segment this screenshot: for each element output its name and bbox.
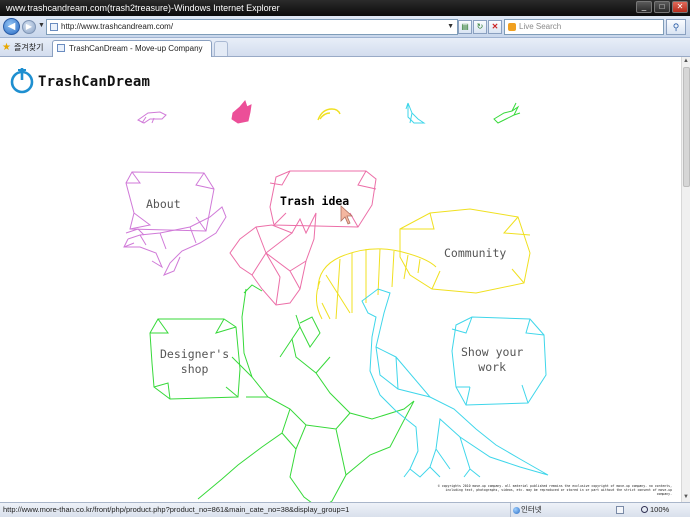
mouse-cursor-icon bbox=[340, 205, 354, 225]
rabbit-icon[interactable] bbox=[231, 99, 252, 124]
refresh-icon: ↻ bbox=[476, 22, 484, 31]
favorites-label: 즐겨찾기 bbox=[14, 43, 44, 52]
menu-designers-shop[interactable]: Designer's shop bbox=[160, 347, 229, 377]
refresh-button[interactable]: ↻ bbox=[473, 20, 487, 34]
menu-about[interactable]: About bbox=[146, 197, 181, 212]
crocodile-icon[interactable] bbox=[137, 111, 167, 124]
scroll-up-icon[interactable]: ▲ bbox=[682, 57, 690, 66]
menu-trash-idea[interactable]: Trash idea bbox=[280, 194, 349, 209]
scroll-thumb[interactable] bbox=[683, 67, 690, 187]
zoom-level[interactable]: 100% bbox=[640, 503, 669, 517]
forward-arrow-icon: ▶ bbox=[25, 22, 33, 31]
compatibility-view-button[interactable]: ▤ bbox=[458, 20, 472, 34]
menu-community[interactable]: Community bbox=[444, 246, 506, 261]
magnifier-icon: ⚲ bbox=[672, 22, 680, 32]
new-tab-button[interactable] bbox=[214, 41, 228, 56]
browser-window: www.trashcandream.com(trash2treasure)-Wi… bbox=[0, 0, 690, 517]
designers-shop-origami[interactable] bbox=[149, 284, 415, 502]
deer-icon[interactable] bbox=[493, 102, 521, 124]
maximize-button[interactable]: □ bbox=[654, 1, 670, 13]
address-text: http://www.trashcandream.com/ bbox=[61, 22, 174, 31]
close-button[interactable]: ✕ bbox=[672, 1, 688, 13]
search-placeholder: Live Search bbox=[519, 22, 562, 31]
search-button[interactable]: ⚲ bbox=[666, 19, 686, 35]
stop-button[interactable]: ✕ bbox=[488, 20, 502, 34]
globe-icon bbox=[513, 507, 520, 514]
zoom-label: 100% bbox=[650, 505, 670, 514]
compat-icon: ▤ bbox=[461, 22, 469, 31]
copyright-text: © copyrights 2010 move-up company. all m… bbox=[437, 484, 672, 497]
tab-label: TrashCanDream - Move-up Company bbox=[69, 44, 203, 53]
live-search-icon bbox=[508, 23, 516, 31]
page-icon bbox=[50, 23, 58, 31]
peacock-icon[interactable] bbox=[405, 102, 426, 124]
security-zone[interactable]: 인터넷 bbox=[510, 503, 542, 517]
star-icon: ★ bbox=[2, 42, 11, 53]
address-bar[interactable]: http://www.trashcandream.com/ ▼ bbox=[46, 19, 458, 35]
zoom-icon bbox=[641, 506, 648, 513]
tab-bar: ★ 즐겨찾기 TrashCanDream - Move-up Company bbox=[0, 38, 690, 57]
protected-mode-icon[interactable] bbox=[616, 506, 624, 514]
community-origami[interactable] bbox=[316, 208, 531, 320]
scroll-down-icon[interactable]: ▼ bbox=[682, 493, 690, 502]
favorites-button[interactable]: ★ 즐겨찾기 bbox=[2, 40, 43, 55]
tab-trashcandream[interactable]: TrashCanDream - Move-up Company bbox=[52, 40, 212, 57]
page-content: TrashCanDream About Trash idea Community… bbox=[0, 57, 681, 502]
window-controls: _ □ ✕ bbox=[636, 1, 688, 13]
address-dropdown-icon[interactable]: ▼ bbox=[447, 20, 454, 34]
forward-button[interactable]: ▶ bbox=[22, 20, 36, 34]
title-bar: www.trashcandream.com(trash2treasure)-Wi… bbox=[0, 0, 690, 16]
zone-label: 인터넷 bbox=[521, 505, 542, 514]
menu-show-your-work[interactable]: Show your work bbox=[461, 345, 523, 375]
status-bar: http://www.more-than.co.kr/front/php/pro… bbox=[0, 502, 690, 517]
history-dropdown[interactable]: ▼ bbox=[38, 22, 45, 29]
navigation-bar: ◀ ▶ ▼ http://www.trashcandream.com/ ▼ ▤ … bbox=[0, 16, 690, 38]
window-title: www.trashcandream.com(trash2treasure)-Wi… bbox=[6, 3, 280, 13]
minimize-button[interactable]: _ bbox=[636, 1, 652, 13]
status-url: http://www.more-than.co.kr/front/php/pro… bbox=[3, 505, 350, 514]
back-button[interactable]: ◀ bbox=[3, 18, 20, 35]
artwork-layer bbox=[123, 99, 549, 502]
search-input[interactable]: Live Search bbox=[504, 19, 664, 35]
worm-icon[interactable] bbox=[317, 108, 341, 121]
vertical-scrollbar[interactable]: ▲ ▼ bbox=[681, 57, 690, 502]
back-arrow-icon: ◀ bbox=[7, 21, 16, 32]
show-your-work-origami[interactable] bbox=[361, 288, 549, 478]
tab-page-icon bbox=[57, 44, 65, 52]
stop-icon: ✕ bbox=[491, 22, 499, 31]
about-origami[interactable] bbox=[123, 171, 227, 276]
